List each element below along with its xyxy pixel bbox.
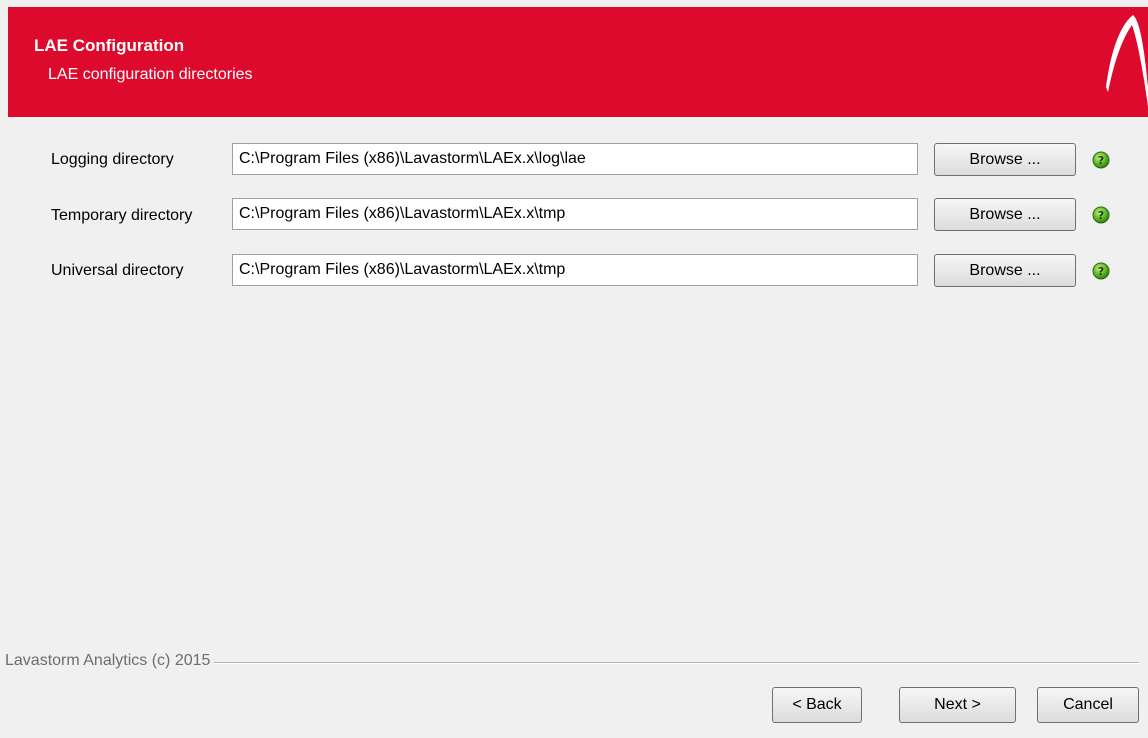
temporary-directory-browse-button[interactable]: Browse ...: [934, 198, 1076, 231]
universal-directory-browse-button[interactable]: Browse ...: [934, 254, 1076, 287]
svg-text:?: ?: [1098, 209, 1104, 222]
help-icon[interactable]: ?: [1092, 206, 1110, 224]
svg-text:?: ?: [1098, 265, 1104, 278]
temporary-directory-input[interactable]: [232, 198, 918, 230]
universal-directory-input[interactable]: [232, 254, 918, 286]
lavastorm-logo-icon: [1106, 15, 1148, 107]
logging-directory-browse-button[interactable]: Browse ...: [934, 143, 1076, 176]
header-title: LAE Configuration: [34, 36, 185, 55]
universal-directory-label: Universal directory: [51, 262, 184, 279]
copyright-text: Lavastorm Analytics (c) 2015: [5, 652, 215, 670]
svg-text:?: ?: [1098, 154, 1104, 167]
help-icon[interactable]: ?: [1092, 151, 1110, 169]
cancel-button[interactable]: Cancel: [1037, 687, 1139, 723]
temporary-directory-label: Temporary directory: [51, 207, 193, 224]
wizard-header: LAE Configuration LAE configuration dire…: [8, 7, 1148, 117]
next-button[interactable]: Next >: [899, 687, 1016, 723]
help-icon[interactable]: ?: [1092, 262, 1110, 280]
logging-directory-input[interactable]: [232, 143, 918, 175]
header-subtitle: LAE configuration directories: [48, 66, 253, 83]
logging-directory-label: Logging directory: [51, 151, 174, 168]
installer-window: LAE Configuration LAE configuration dire…: [0, 0, 1148, 738]
back-button[interactable]: < Back: [772, 687, 862, 723]
